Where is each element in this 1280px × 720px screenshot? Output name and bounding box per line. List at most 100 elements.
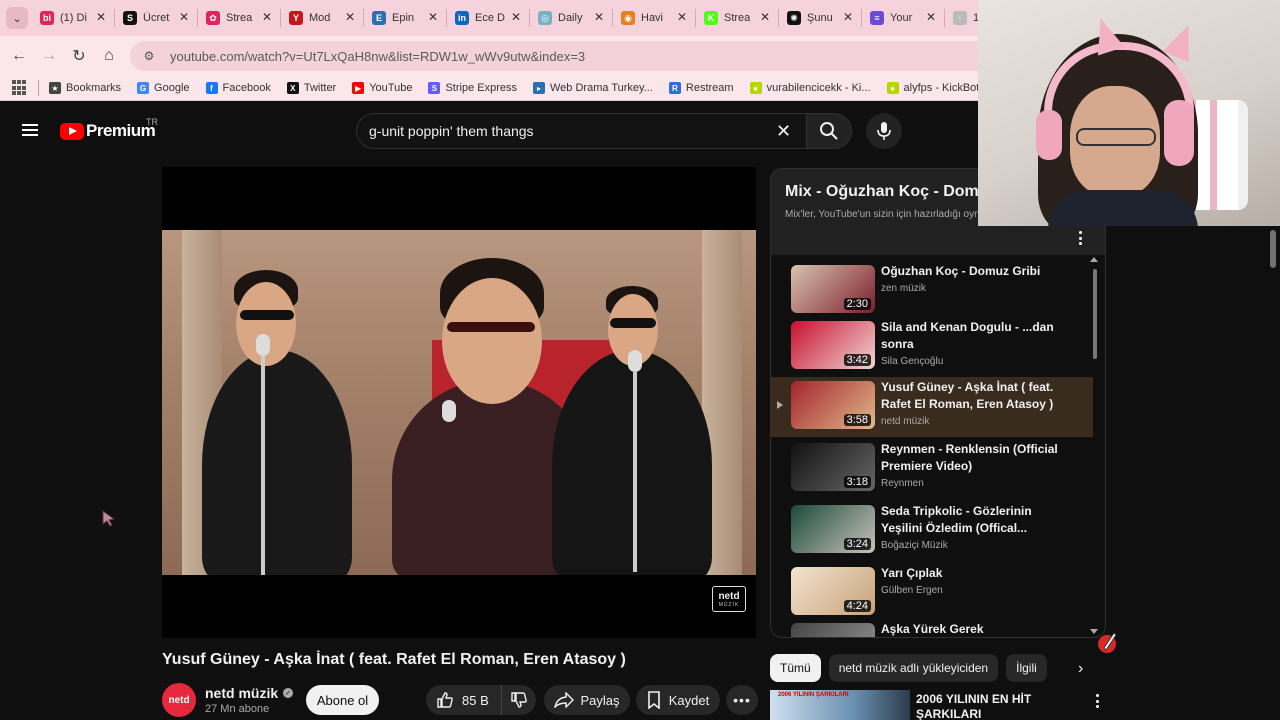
close-tab-icon[interactable]: ✕	[96, 10, 106, 24]
clear-search-icon[interactable]: ✕	[776, 121, 791, 142]
browser-tab[interactable]: bi (1) Di ✕	[32, 4, 114, 32]
filter-chip[interactable]: Tümü	[770, 654, 821, 682]
bookmark-label: Twitter	[303, 82, 337, 94]
browser-tab[interactable]: in Ece D ✕	[447, 4, 529, 32]
dislike-button[interactable]	[502, 691, 536, 709]
playlist-item-title[interactable]: Seda Tripkolic - Gözlerinin Yeşilini Özl…	[881, 503, 1061, 537]
playlist-scrollbar[interactable]	[1093, 269, 1097, 359]
recommendation-menu-icon[interactable]	[1096, 694, 1100, 708]
bookmark-item[interactable]: R Restream	[668, 82, 734, 94]
duration-badge: 2:30	[843, 298, 871, 310]
close-tab-icon[interactable]: ✕	[262, 10, 272, 24]
browser-tab[interactable]: ≡ Your ✕	[862, 4, 944, 32]
menu-icon[interactable]	[18, 121, 42, 139]
playlist-item-title[interactable]: Sila and Kenan Dogulu - ...dan sonra	[881, 319, 1061, 353]
bookmark-item[interactable]: G Google	[137, 82, 190, 94]
address-bar[interactable]: ⚙ youtube.com/watch?v=Ut7LxQaH8nw&list=R…	[130, 41, 990, 71]
playlist-item[interactable]: 3:24 Seda Tripkolic - Gözlerinin Yeşilini…	[771, 501, 1093, 561]
site-info-icon[interactable]: ⚙	[140, 47, 158, 65]
close-tab-icon[interactable]: ✕	[179, 10, 189, 24]
playlist-item[interactable]: 4:24 Yarı Çıplak Gülben Ergen	[771, 563, 1093, 623]
bookmark-item[interactable]: ▸ Web Drama Turkey...	[533, 82, 653, 94]
playlist-item-title[interactable]: Yusuf Güney - Aşka İnat ( feat. Rafet El…	[881, 379, 1061, 413]
playlist-scroll-up-icon[interactable]	[1090, 257, 1098, 262]
filter-chip[interactable]: netd müzik adlı yükleyiciden	[828, 654, 999, 682]
verified-icon: ✓	[283, 688, 294, 698]
browser-tab[interactable]: K Strea ✕	[696, 4, 778, 32]
recommendation-title[interactable]: 2006 YILININ EN HİT ŞARKILARI	[916, 692, 1066, 720]
more-actions-button[interactable]: •••	[726, 685, 758, 715]
filter-chip[interactable]: İlgili	[1006, 654, 1047, 682]
playlist-item[interactable]: 3:58 Yusuf Güney - Aşka İnat ( feat. Rafe…	[771, 377, 1093, 437]
video-player[interactable]: netd MÜZİK	[162, 167, 756, 638]
playlist-thumbnail[interactable]: 2:30	[791, 265, 875, 313]
reload-icon[interactable]: ↻	[64, 41, 94, 71]
close-tab-icon[interactable]: ✕	[511, 10, 521, 24]
playlist-item[interactable]: 3:42 Sila and Kenan Dogulu - ...dan sonra…	[771, 317, 1093, 377]
playlist-item-channel: zen müzik	[881, 283, 927, 294]
playlist-item-title[interactable]: Aşka Yürek Gerek	[881, 621, 1061, 637]
chips-next-icon[interactable]: ›	[1078, 660, 1083, 678]
bookmark-item[interactable]: ● vurabilencicekk - Ki...	[749, 82, 871, 94]
browser-tab[interactable]: E Epin ✕	[364, 4, 446, 32]
tab-title: Ece D	[475, 12, 505, 24]
channel-avatar[interactable]: netd	[162, 683, 196, 717]
browser-tab[interactable]: Y Mod ✕	[281, 4, 363, 32]
close-tab-icon[interactable]: ✕	[760, 10, 770, 24]
tab-title: Mod	[309, 12, 331, 24]
kick-icon: ●	[749, 82, 762, 94]
page-scrollbar[interactable]	[1270, 230, 1276, 268]
close-tab-icon[interactable]: ✕	[345, 10, 355, 24]
like-dislike-group: 85 B	[426, 685, 536, 715]
playlist-thumbnail[interactable]: 3:24	[791, 505, 875, 553]
close-tab-icon[interactable]: ✕	[843, 10, 853, 24]
back-icon[interactable]: ←	[4, 41, 34, 71]
bookmark-item[interactable]: ▶ YouTube	[352, 82, 412, 94]
playlist-thumbnail[interactable]: 3:42	[791, 321, 875, 369]
bookmark-item[interactable]: ★ Bookmarks	[49, 82, 121, 94]
playlist-item-text: Oğuzhan Koç - Domuz Gribi zen müzik	[881, 263, 1061, 294]
bookmark-item[interactable]: X Twitter	[286, 82, 337, 94]
playlist-item[interactable]: 3:18 Reynmen - Renklensin (Official Premi…	[771, 439, 1093, 499]
close-tab-icon[interactable]: ✕	[677, 10, 687, 24]
save-button[interactable]: Kaydet	[636, 685, 720, 715]
voice-search-button[interactable]	[866, 113, 902, 149]
browser-tab[interactable]: S Ücret ✕	[115, 4, 197, 32]
playlist-thumbnail[interactable]	[791, 623, 875, 637]
like-count: 85 B	[462, 692, 489, 708]
close-tab-icon[interactable]: ✕	[926, 10, 936, 24]
browser-tab[interactable]: ✺ Şunu ✕	[779, 4, 861, 32]
channel-watermark[interactable]: netd MÜZİK	[712, 586, 746, 612]
bookmark-item[interactable]: S Stripe Express	[428, 82, 517, 94]
like-button[interactable]: 85 B	[426, 685, 502, 715]
playlist-item-title[interactable]: Reynmen - Renklensin (Official Premiere …	[881, 441, 1061, 475]
home-icon[interactable]: ⌂	[94, 41, 124, 71]
close-tab-icon[interactable]: ✕	[428, 10, 438, 24]
close-tab-icon[interactable]: ✕	[594, 10, 604, 24]
playlist-item[interactable]: 2:30 Oğuzhan Koç - Domuz Gribi zen müzik	[771, 261, 1093, 321]
search-button[interactable]	[806, 113, 852, 149]
google-icon: G	[137, 82, 150, 94]
playlist-item[interactable]: Aşka Yürek Gerek	[771, 619, 1093, 637]
bookmark-item[interactable]: f Facebook	[205, 82, 271, 94]
youtube-premium-logo[interactable]: Premium	[60, 121, 156, 141]
apps-grid-icon[interactable]	[12, 80, 28, 96]
recommendation-thumbnail[interactable]: 2006 YILININ ŞARKILARI	[770, 690, 910, 720]
playlist-thumbnail[interactable]: 4:24	[791, 567, 875, 615]
playlist-menu-icon[interactable]	[1079, 231, 1083, 245]
playlist-item-title[interactable]: Oğuzhan Koç - Domuz Gribi	[881, 263, 1061, 280]
channel-name-row[interactable]: netd müzik ✓	[205, 685, 294, 701]
tab-search-button[interactable]: ⌄	[6, 7, 28, 29]
browser-tab[interactable]: ◎ Daily ✕	[530, 4, 612, 32]
bookmark-item[interactable]: ● alyfps - KickBot	[886, 82, 979, 94]
subscribe-button[interactable]: Abone ol	[306, 685, 379, 715]
browser-tab[interactable]: ✿ Strea ✕	[198, 4, 280, 32]
playlist-thumbnail[interactable]: 3:58	[791, 381, 875, 429]
search-input[interactable]: g-unit poppin' them thangs	[356, 113, 806, 149]
channel-name[interactable]: netd müzik	[205, 685, 278, 701]
share-button[interactable]: Paylaş	[544, 685, 630, 715]
browser-tab[interactable]: ◉ Havi ✕	[613, 4, 695, 32]
playlist-thumbnail[interactable]: 3:18	[791, 443, 875, 491]
forward-icon[interactable]: →	[34, 41, 64, 71]
playlist-item-title[interactable]: Yarı Çıplak	[881, 565, 1061, 582]
